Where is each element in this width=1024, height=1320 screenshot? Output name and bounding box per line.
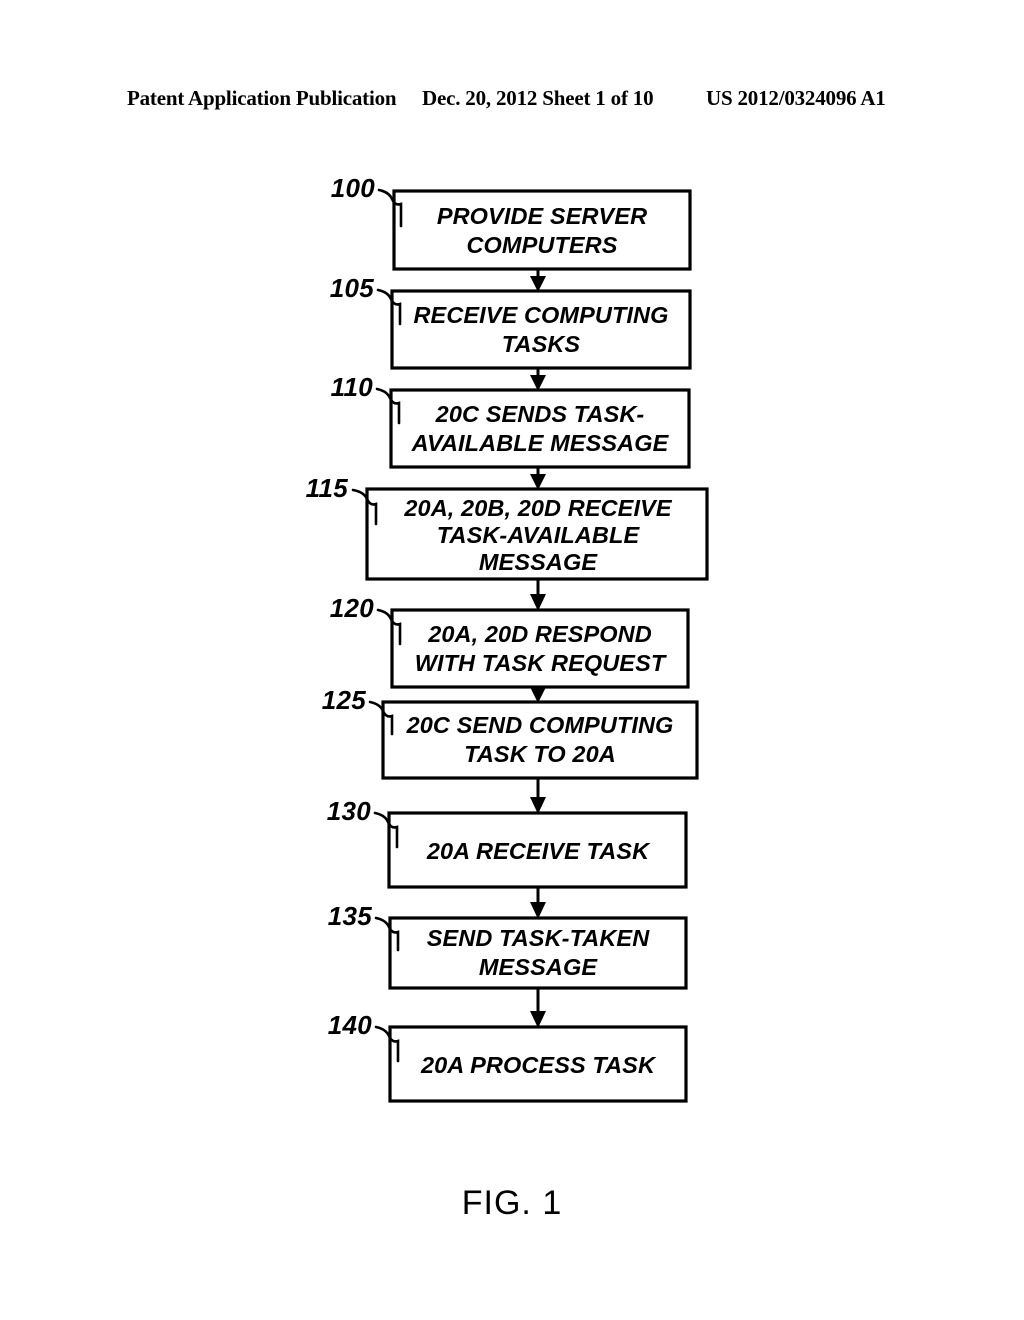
flow-step-120[interactable]: 20A, 20D RESPOND WITH TASK REQUEST 120 xyxy=(330,593,690,689)
flow-ref-125: 125 xyxy=(322,685,367,715)
flow-step-110[interactable]: 20C SENDS TASK- AVAILABLE MESSAGE 110 xyxy=(331,372,691,469)
flow-box-105-line-2: TASKS xyxy=(502,331,581,357)
flow-step-140[interactable]: 20A PROCESS TASK 140 xyxy=(328,1010,688,1103)
connector-105-110 xyxy=(530,368,546,391)
flow-ref-140: 140 xyxy=(328,1010,373,1040)
flow-box-100-line-1: PROVIDE SERVER xyxy=(437,203,647,229)
flow-step-100[interactable]: PROVIDE SERVER COMPUTERS 100 xyxy=(331,173,692,271)
figure-flowchart: PROVIDE SERVER COMPUTERS 100 RECEIVE COM… xyxy=(0,0,1024,1320)
flow-ref-110: 110 xyxy=(331,372,374,402)
connector-110-115 xyxy=(530,467,546,490)
figure-caption: FIG. 1 xyxy=(461,1184,563,1222)
flow-step-130[interactable]: 20A RECEIVE TASK 130 xyxy=(327,796,688,889)
flow-box-115-line-3: MESSAGE xyxy=(479,549,598,575)
flow-box-120-line-1: 20A, 20D RESPOND xyxy=(427,621,652,647)
flow-step-105[interactable]: RECEIVE COMPUTING TASKS 105 xyxy=(330,273,692,370)
flow-ref-105: 105 xyxy=(330,273,375,303)
flow-box-115-line-1: 20A, 20B, 20D RECEIVE xyxy=(403,495,672,521)
flow-box-135-line-1: SEND TASK-TAKEN xyxy=(427,925,650,951)
flow-box-100-line-2: COMPUTERS xyxy=(466,232,617,258)
connector-125-130 xyxy=(530,778,546,814)
flow-ref-130: 130 xyxy=(327,796,372,826)
flow-step-135[interactable]: SEND TASK-TAKEN MESSAGE 135 xyxy=(328,901,688,990)
connector-135-140 xyxy=(530,988,546,1028)
flow-step-125[interactable]: 20C SEND COMPUTING TASK TO 20A 125 xyxy=(322,685,699,780)
flow-box-110-line-2: AVAILABLE MESSAGE xyxy=(411,430,670,456)
flow-box-125-line-2: TASK TO 20A xyxy=(464,741,616,767)
flow-box-120-line-2: WITH TASK REQUEST xyxy=(415,650,667,676)
flow-ref-120: 120 xyxy=(330,593,375,623)
flowchart-canvas: PROVIDE SERVER COMPUTERS 100 RECEIVE COM… xyxy=(306,173,709,1103)
flow-box-125-line-1: 20C SEND COMPUTING xyxy=(406,712,674,738)
flow-box-115-line-2: TASK-AVAILABLE xyxy=(437,522,641,548)
connector-130-135 xyxy=(530,887,546,919)
flow-ref-135: 135 xyxy=(328,901,373,931)
flow-box-130-line-1: 20A RECEIVE TASK xyxy=(426,838,651,864)
flow-box-135-line-2: MESSAGE xyxy=(479,954,598,980)
flow-ref-100: 100 xyxy=(331,173,376,203)
flow-ref-115: 115 xyxy=(306,473,349,503)
flow-box-140-line-1: 20A PROCESS TASK xyxy=(420,1052,657,1078)
connector-115-120 xyxy=(530,579,546,611)
flow-step-115[interactable]: 20A, 20B, 20D RECEIVE TASK-AVAILABLE MES… xyxy=(306,473,709,581)
connector-100-105 xyxy=(530,269,546,292)
flow-box-110-line-1: 20C SENDS TASK- xyxy=(435,401,645,427)
flow-box-105-line-1: RECEIVE COMPUTING xyxy=(413,302,668,328)
